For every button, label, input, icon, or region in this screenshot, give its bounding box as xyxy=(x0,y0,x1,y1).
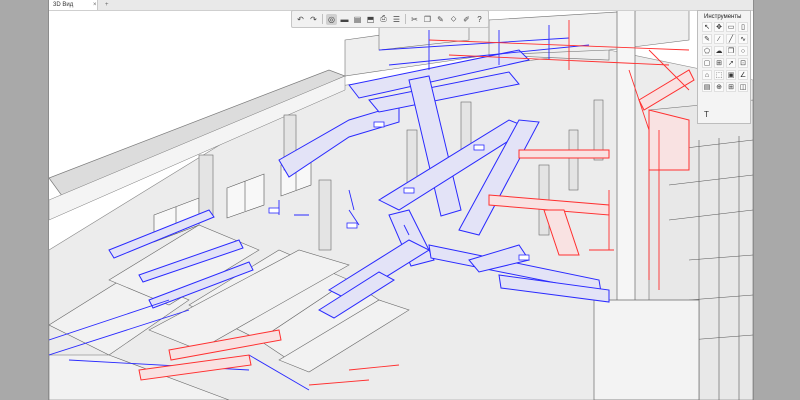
vertical-shaft xyxy=(616,10,636,311)
grid-tool-icon[interactable]: ⊞ xyxy=(726,82,736,92)
layers-icon[interactable]: ☰ xyxy=(391,14,402,25)
pen-tool-icon[interactable]: ✎ xyxy=(702,34,712,44)
note-tool-icon[interactable]: ▤ xyxy=(702,82,712,92)
building-model-drawing xyxy=(49,10,753,400)
app-window: 3D Вид × + ↶ ↷ ◎ ▬ ▤ ⬒ ⎙ ☰ ✂ ❐ ✎ ⬦ ✐ ? И… xyxy=(48,0,754,400)
area-tool-icon[interactable]: ▣ xyxy=(726,70,736,80)
rect2-tool-icon[interactable]: ▯ xyxy=(738,22,748,32)
tab-add-icon[interactable]: + xyxy=(101,0,117,10)
rect-tool-icon[interactable]: ▭ xyxy=(726,22,736,32)
section-icon[interactable]: ⬒ xyxy=(365,14,376,25)
help-icon[interactable]: ? xyxy=(474,14,485,25)
display-mode-icon[interactable]: ▬ xyxy=(339,14,350,25)
scissors-icon[interactable]: ✂ xyxy=(409,14,420,25)
box-tool-icon[interactable]: ▢ xyxy=(702,58,712,68)
print-icon[interactable]: ▤ xyxy=(352,14,363,25)
3d-viewport[interactable] xyxy=(49,10,753,400)
duplicate-icon[interactable]: ❐ xyxy=(422,14,433,25)
select-tool-icon[interactable]: ↖ xyxy=(702,22,712,32)
printer-icon[interactable]: ⎙ xyxy=(378,14,389,25)
circle-tool-icon[interactable]: ○ xyxy=(738,46,748,56)
polygon-tool-icon[interactable]: ⬠ xyxy=(702,46,712,56)
arrow-tool-icon[interactable]: ➚ xyxy=(726,58,736,68)
edit-icon[interactable]: ✎ xyxy=(435,14,446,25)
tools-panel: Инструменты ↖ ✥ ▭ ▯ ✎ ∕ ╱ ∿ ⬠ ☁ ❐ ○ ▢ ⊞ … xyxy=(697,10,751,124)
cloud-tool-icon[interactable]: ☁ xyxy=(714,46,724,56)
undo-icon[interactable]: ↶ xyxy=(295,14,306,25)
angle-tool-icon[interactable]: ∠ xyxy=(738,70,748,80)
view-toolbar: ↶ ↷ ◎ ▬ ▤ ⬒ ⎙ ☰ ✂ ❐ ✎ ⬦ ✐ ? xyxy=(291,10,489,28)
marker-tool-icon[interactable]: ◫ xyxy=(738,82,748,92)
orbit-icon[interactable]: ◎ xyxy=(326,13,337,25)
tools-grid: ↖ ✥ ▭ ▯ ✎ ∕ ╱ ∿ ⬠ ☁ ❐ ○ ▢ ⊞ ➚ ⊡ ⌂ ⬚ ▣ ∠ … xyxy=(698,22,750,92)
pencil-icon[interactable]: ✐ xyxy=(461,14,472,25)
text-tool-icon[interactable]: T xyxy=(704,110,709,119)
copy-tool-icon[interactable]: ❐ xyxy=(726,46,736,56)
line-tool-icon[interactable]: ╱ xyxy=(726,34,736,44)
redo-icon[interactable]: ↷ xyxy=(308,14,319,25)
toolbar-separator xyxy=(405,14,406,24)
tools-panel-title: Инструменты xyxy=(704,14,742,20)
zoom-tool-icon[interactable]: ⊕ xyxy=(714,82,724,92)
foreground-block xyxy=(593,299,700,400)
stamp-tool-icon[interactable]: ⊡ xyxy=(738,58,748,68)
curve-tool-icon[interactable]: ∿ xyxy=(738,34,748,44)
tag-tool-icon[interactable]: ⌂ xyxy=(702,70,712,80)
toolbar-separator xyxy=(322,14,323,24)
screenshot-frame: 3D Вид × + ↶ ↷ ◎ ▬ ▤ ⬒ ⎙ ☰ ✂ ❐ ✎ ⬦ ✐ ? И… xyxy=(0,0,800,400)
pick-icon[interactable]: ⬦ xyxy=(448,14,459,25)
brush-tool-icon[interactable]: ∕ xyxy=(714,34,724,44)
pan-tool-icon[interactable]: ✥ xyxy=(714,22,724,32)
measure-tool-icon[interactable]: ⊞ xyxy=(714,58,724,68)
frame-tool-icon[interactable]: ⬚ xyxy=(714,70,724,80)
